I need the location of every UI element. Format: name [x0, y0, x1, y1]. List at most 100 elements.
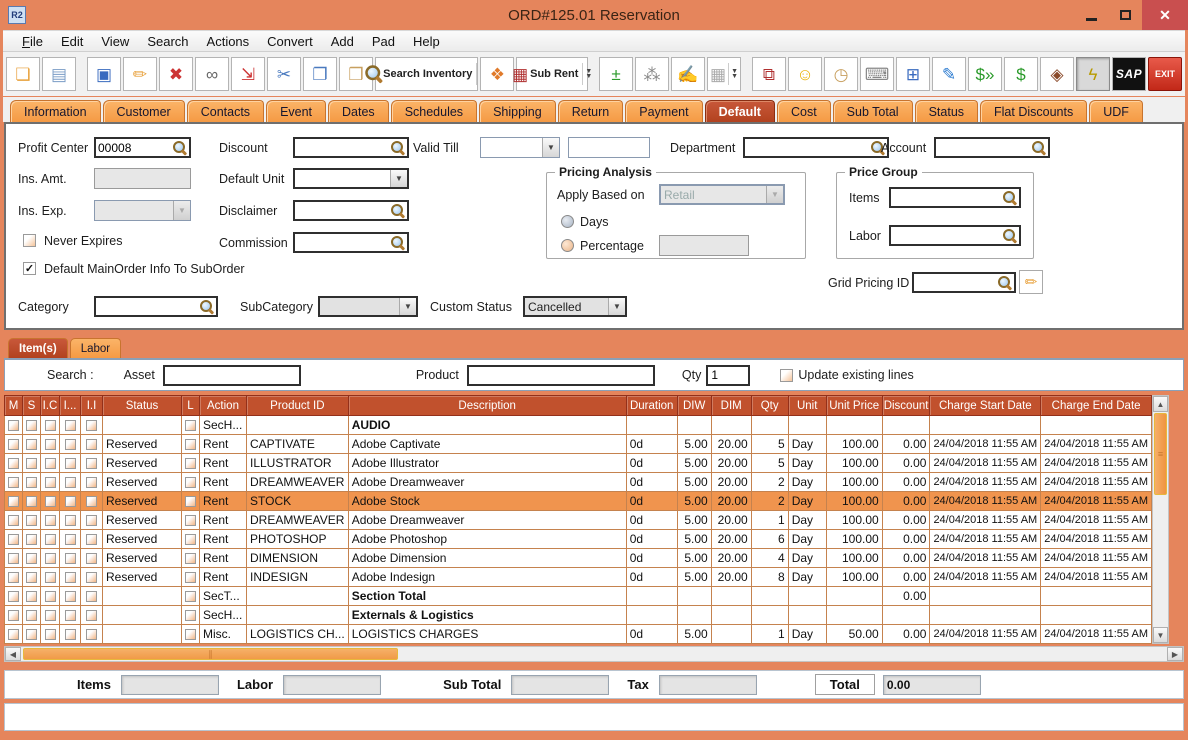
grid-cell-charge_start[interactable]: 24/04/2018 11:55 AM — [930, 454, 1041, 473]
grid-cell-idot[interactable] — [60, 549, 81, 568]
grid-cell-idot[interactable] — [60, 587, 81, 606]
grid-cell-action[interactable]: Misc. — [200, 625, 247, 644]
grid-cell-diw[interactable]: 5.00 — [677, 625, 711, 644]
grid-cell-product_id[interactable]: STOCK — [247, 492, 349, 511]
table-row[interactable]: SecH...Externals & Logistics — [5, 606, 1152, 625]
grid-cell-qty[interactable] — [751, 416, 788, 435]
grid-cell-diw[interactable] — [677, 416, 711, 435]
grid-cell-dim[interactable]: 20.00 — [711, 568, 751, 587]
grid-cell-duration[interactable]: 0d — [626, 492, 677, 511]
grid-cell-diw[interactable] — [677, 587, 711, 606]
grid-cell-action[interactable]: Rent — [200, 511, 247, 530]
grid-cell-ii[interactable] — [81, 549, 103, 568]
grid-cell-s[interactable] — [23, 568, 41, 587]
table-row[interactable]: ReservedRentINDESIGNAdobe Indesign0d5.00… — [5, 568, 1152, 587]
table-row[interactable]: ReservedRentILLUSTRATORAdobe Illustrator… — [5, 454, 1152, 473]
price-group-labor-input[interactable] — [891, 229, 1003, 243]
grid-cell-charge_start[interactable]: 24/04/2018 11:55 AM — [930, 530, 1041, 549]
quick-action-button[interactable]: ϟ — [1076, 57, 1110, 91]
grid-cell-ii[interactable] — [81, 587, 103, 606]
grid-cell-m[interactable] — [5, 454, 23, 473]
commission-field[interactable] — [293, 232, 409, 253]
grid-cell-l[interactable] — [182, 530, 200, 549]
valid-till-time-input[interactable] — [569, 141, 649, 155]
menu-item-file[interactable]: File — [13, 31, 52, 51]
checkbox-icon[interactable] — [185, 496, 196, 507]
qty-input[interactable] — [708, 368, 748, 382]
grid-cell-discount[interactable]: 0.00 — [882, 568, 930, 587]
price-group-labor-field[interactable] — [889, 225, 1021, 246]
delete-button[interactable]: ✖ — [159, 57, 193, 91]
grid-cell-dim[interactable]: 20.00 — [711, 511, 751, 530]
grid-cell-action[interactable]: SecH... — [200, 606, 247, 625]
default-unit-combo[interactable]: ▼ — [293, 168, 409, 189]
custom-status-combo[interactable]: Cancelled ▼ — [523, 296, 627, 317]
asset-search-input[interactable] — [165, 368, 299, 382]
tab-information[interactable]: Information — [10, 100, 101, 122]
grid-cell-dim[interactable] — [711, 416, 751, 435]
maximize-button[interactable] — [1108, 0, 1142, 30]
grid-cell-description[interactable]: Adobe Dreamweaver — [348, 511, 626, 530]
checkbox-icon[interactable] — [45, 534, 56, 545]
grid-cell-s[interactable] — [23, 625, 41, 644]
checkbox-icon[interactable] — [26, 572, 37, 583]
grid-cell-l[interactable] — [182, 568, 200, 587]
grid-cell-idot[interactable] — [60, 625, 81, 644]
menu-item-add[interactable]: Add — [322, 31, 363, 51]
grid-cell-duration[interactable]: 0d — [626, 454, 677, 473]
grid-cell-m[interactable] — [5, 416, 23, 435]
grid-cell-description[interactable]: Adobe Captivate — [348, 435, 626, 454]
subcategory-dropdown-icon[interactable]: ▼ — [399, 298, 416, 315]
grid-cell-discount[interactable]: 0.00 — [882, 549, 930, 568]
disclaimer-field[interactable] — [293, 200, 409, 221]
grid-cell-duration[interactable] — [626, 606, 677, 625]
grid-cell-ii[interactable] — [81, 511, 103, 530]
grid-cell-duration[interactable] — [626, 416, 677, 435]
grid-cell-l[interactable] — [182, 435, 200, 454]
grid-cell-idot[interactable] — [60, 511, 81, 530]
default-mainorder-checkbox[interactable]: ✓ — [23, 262, 36, 275]
grid-cell-unit[interactable]: Day — [788, 530, 826, 549]
checkbox-icon[interactable] — [8, 610, 19, 621]
grid-cell-ii[interactable] — [81, 435, 103, 454]
department-input[interactable] — [745, 141, 871, 155]
grid-cell-charge_end[interactable] — [1041, 606, 1152, 625]
checkbox-icon[interactable] — [65, 572, 76, 583]
grid-cell-description[interactable]: Adobe Illustrator — [348, 454, 626, 473]
grid-cell-diw[interactable]: 5.00 — [677, 568, 711, 587]
table-row[interactable]: ReservedRentSTOCKAdobe Stock0d5.0020.002… — [5, 492, 1152, 511]
item-tab-items[interactable]: Item(s) — [8, 338, 68, 358]
checkbox-icon[interactable] — [185, 420, 196, 431]
tab-contacts[interactable]: Contacts — [187, 100, 264, 122]
grid-cell-l[interactable] — [182, 416, 200, 435]
col-header-qty[interactable]: Qty — [751, 396, 788, 416]
discount-lookup-icon[interactable] — [391, 141, 405, 155]
col-header-diw[interactable]: DIW — [677, 396, 711, 416]
grid-cell-idot[interactable] — [60, 530, 81, 549]
checkbox-icon[interactable] — [65, 477, 76, 488]
grid-cell-ii[interactable] — [81, 454, 103, 473]
checkbox-icon[interactable] — [185, 477, 196, 488]
grid-cell-ic[interactable] — [41, 530, 60, 549]
availability-button[interactable]: ❖ — [480, 57, 514, 91]
grid-cell-m[interactable] — [5, 625, 23, 644]
grid-cell-unit_price[interactable]: 100.00 — [826, 435, 882, 454]
checkbox-icon[interactable] — [185, 458, 196, 469]
discount-field[interactable] — [293, 137, 409, 158]
checkbox-icon[interactable] — [185, 534, 196, 545]
grid-cell-ic[interactable] — [41, 606, 60, 625]
update-existing-checkbox[interactable] — [780, 369, 793, 382]
category-input[interactable] — [96, 300, 200, 314]
col-header-discount[interactable]: Discount — [882, 396, 930, 416]
checkbox-icon[interactable] — [26, 458, 37, 469]
grid-cell-s[interactable] — [23, 416, 41, 435]
chevron-down-icon[interactable]: ▼▼ — [582, 63, 592, 85]
checkbox-icon[interactable] — [8, 515, 19, 526]
table-row[interactable]: ReservedRentPHOTOSHOPAdobe Photoshop0d5.… — [5, 530, 1152, 549]
checkbox-icon[interactable] — [26, 439, 37, 450]
col-header-unit[interactable]: Unit — [788, 396, 826, 416]
valid-till-combo[interactable]: ▼ — [480, 137, 560, 158]
item-tab-labor[interactable]: Labor — [70, 338, 121, 358]
checkbox-icon[interactable] — [65, 439, 76, 450]
grid-cell-m[interactable] — [5, 511, 23, 530]
